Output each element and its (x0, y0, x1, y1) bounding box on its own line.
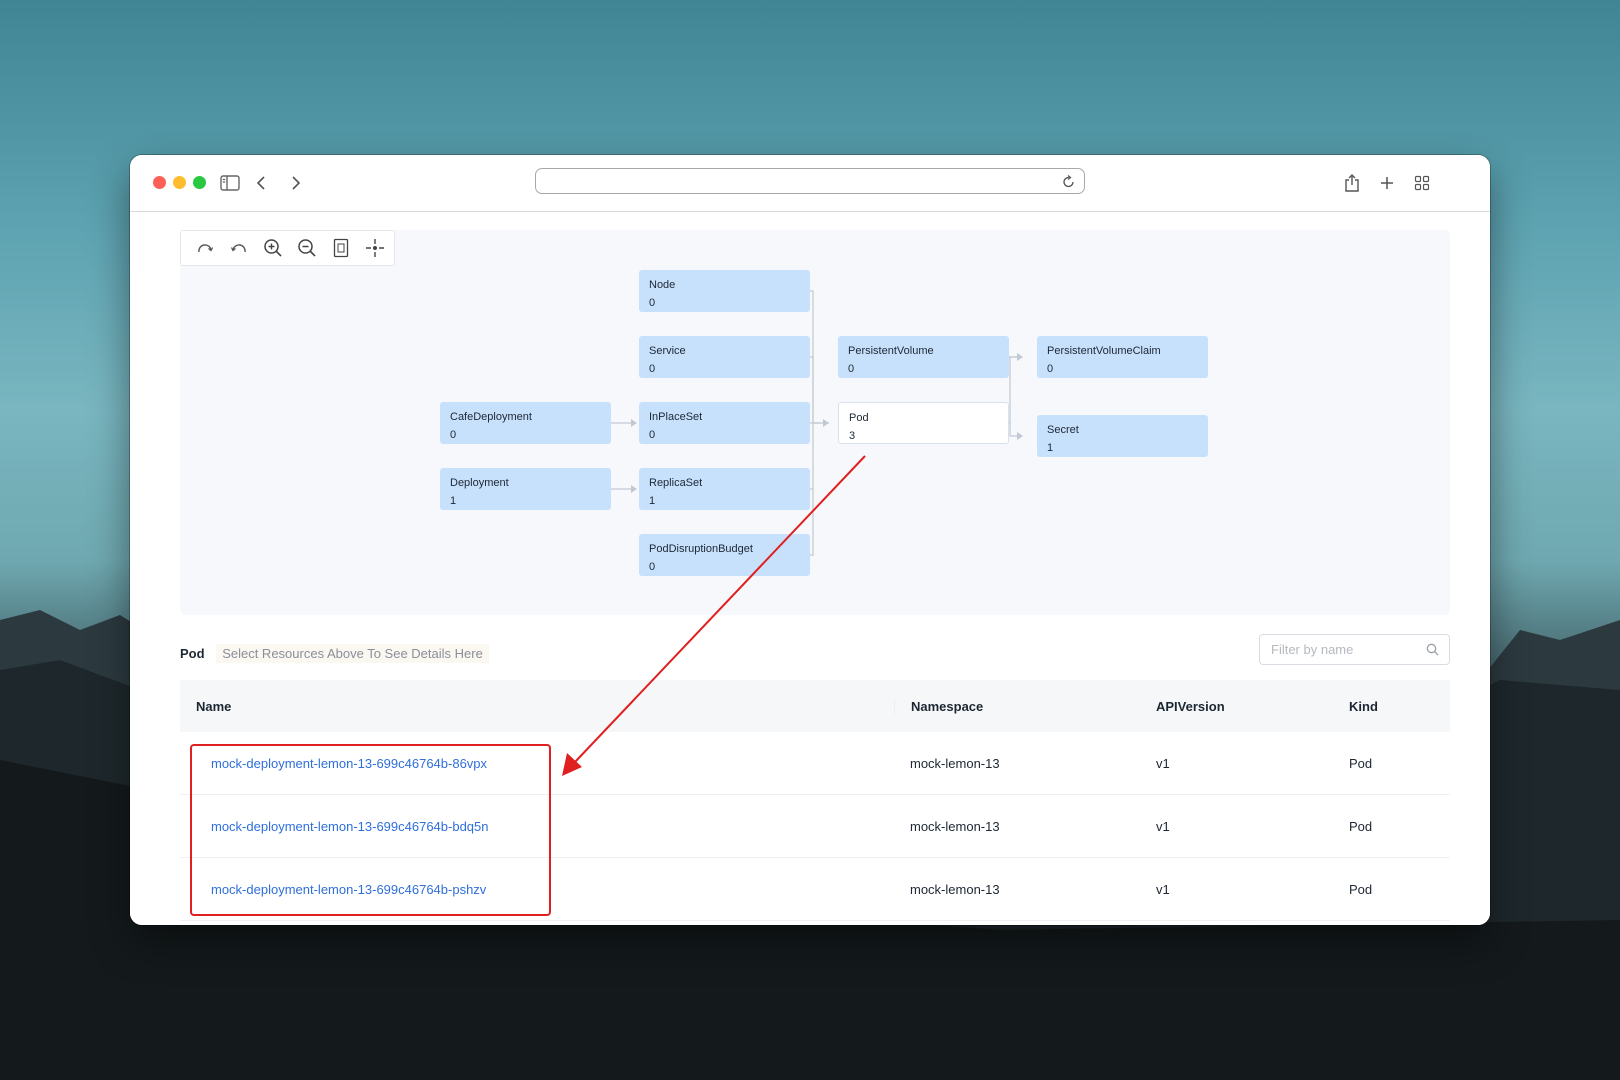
node-count: 0 (450, 429, 457, 441)
node-persistentvolume[interactable]: PersistentVolume 0 (838, 336, 1009, 378)
node-count: 0 (649, 363, 656, 375)
pod-apiversion: v1 (1156, 818, 1170, 834)
column-name[interactable]: Name (180, 699, 894, 714)
node-pod[interactable]: Pod 3 (838, 402, 1009, 444)
node-count: 1 (450, 495, 457, 507)
node-service[interactable]: Service 0 (639, 336, 810, 378)
node-count: 0 (649, 561, 656, 573)
node-label: Pod (849, 412, 869, 424)
graph-edges (601, 290, 1023, 556)
node-label: PersistentVolumeClaim (1047, 345, 1161, 357)
node-count: 3 (849, 430, 856, 442)
node-label: CafeDeployment (450, 411, 532, 423)
pod-kind: Pod (1349, 755, 1373, 771)
node-count: 1 (649, 495, 656, 507)
back-icon[interactable] (249, 171, 273, 195)
new-tab-icon[interactable] (1375, 171, 1399, 195)
details-title: Pod (180, 646, 205, 661)
node-label: Node (649, 279, 676, 291)
details-header: Pod Select Resources Above To See Detail… (180, 644, 489, 663)
table-header: Name Namespace APIVersion Kind (180, 680, 1450, 732)
node-label: Secret (1047, 424, 1079, 436)
sidebar-icon[interactable] (218, 171, 242, 195)
node-label: PersistentVolume (848, 345, 934, 357)
pod-name-link[interactable]: mock-deployment-lemon-13-699c46764b-pshz… (211, 882, 486, 897)
details-hint: Select Resources Above To See Details He… (216, 644, 489, 663)
forward-icon[interactable] (284, 171, 308, 195)
node-inplaceset[interactable]: InPlaceSet 0 (639, 402, 810, 444)
pod-name-link[interactable]: mock-deployment-lemon-13-699c46764b-bdq5… (211, 819, 489, 834)
node-secret[interactable]: Secret 1 (1037, 415, 1208, 457)
node-label: InPlaceSet (649, 411, 703, 423)
share-icon[interactable] (1340, 171, 1364, 195)
column-kind[interactable]: Kind (1333, 699, 1450, 714)
pod-table: Name Namespace APIVersion Kind mock-depl… (180, 680, 1450, 921)
column-namespace[interactable]: Namespace (894, 698, 1140, 714)
close-window-button[interactable] (153, 176, 166, 189)
table-row: mock-deployment-lemon-13-699c46764b-pshz… (180, 858, 1450, 921)
pod-apiversion: v1 (1156, 755, 1170, 771)
node-count: 0 (649, 429, 656, 441)
pod-namespace: mock-lemon-13 (910, 755, 1000, 771)
node-label: Service (649, 345, 686, 357)
pod-namespace: mock-lemon-13 (910, 818, 1000, 834)
pod-namespace: mock-lemon-13 (910, 881, 1000, 897)
filter-input[interactable]: Filter by name (1259, 634, 1450, 665)
node-persistentvolumeclaim[interactable]: PersistentVolumeClaim 0 (1037, 336, 1208, 378)
table-row: mock-deployment-lemon-13-699c46764b-bdq5… (180, 795, 1450, 858)
page-content: Node 0 Service 0 CafeDeployment 0 InPlac… (130, 212, 1490, 925)
browser-window: Node 0 Service 0 CafeDeployment 0 InPlac… (130, 155, 1490, 925)
pod-kind: Pod (1349, 818, 1373, 834)
node-cafedeployment[interactable]: CafeDeployment 0 (440, 402, 611, 444)
node-deployment[interactable]: Deployment 1 (440, 468, 611, 510)
maximize-window-button[interactable] (193, 176, 206, 189)
tab-overview-icon[interactable] (1410, 171, 1434, 195)
address-bar[interactable] (535, 168, 1085, 194)
reload-icon[interactable] (1062, 173, 1076, 194)
pod-kind: Pod (1349, 881, 1373, 897)
browser-toolbar (130, 155, 1490, 212)
node-count: 0 (649, 297, 656, 309)
node-replicaset[interactable]: ReplicaSet 1 (639, 468, 810, 510)
resource-topology-graph: Node 0 Service 0 CafeDeployment 0 InPlac… (180, 230, 1450, 615)
node-count: 0 (1047, 363, 1054, 375)
table-row: mock-deployment-lemon-13-699c46764b-86vp… (180, 732, 1450, 795)
node-node[interactable]: Node 0 (639, 270, 810, 312)
minimize-window-button[interactable] (173, 176, 186, 189)
pod-name-link[interactable]: mock-deployment-lemon-13-699c46764b-86vp… (211, 756, 487, 771)
pod-apiversion: v1 (1156, 881, 1170, 897)
node-poddisruptionbudget[interactable]: PodDisruptionBudget 0 (639, 534, 810, 576)
filter-placeholder: Filter by name (1271, 642, 1354, 657)
column-apiversion[interactable]: APIVersion (1140, 699, 1333, 714)
node-count: 0 (848, 363, 855, 375)
node-count: 1 (1047, 442, 1054, 454)
search-icon[interactable] (1426, 643, 1439, 659)
node-label: ReplicaSet (649, 477, 703, 489)
node-label: Deployment (450, 477, 509, 489)
node-label: PodDisruptionBudget (649, 543, 753, 555)
